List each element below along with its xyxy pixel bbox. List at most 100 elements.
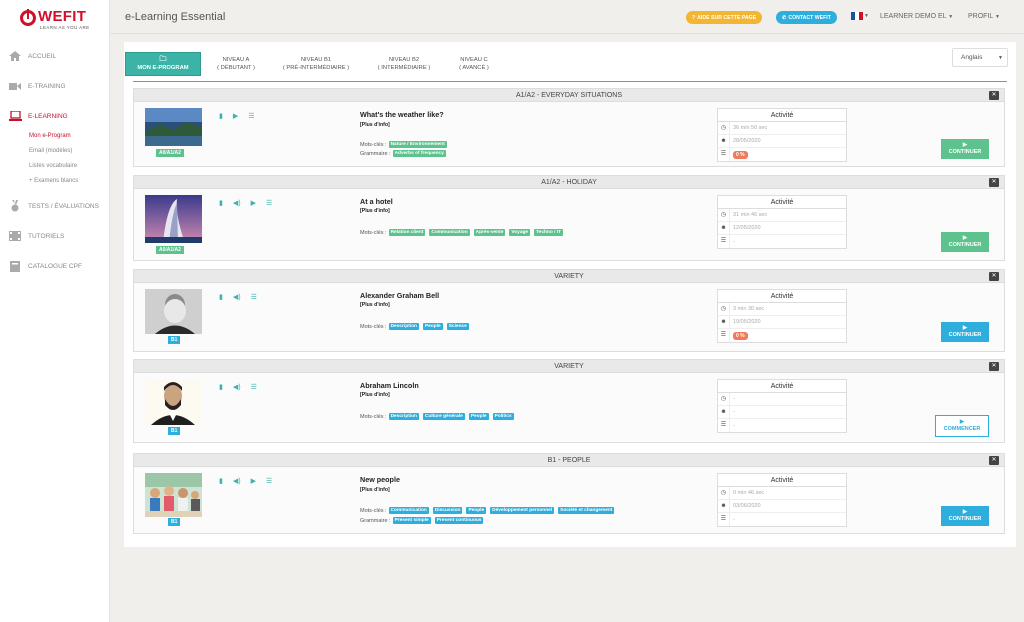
book-icon[interactable]: ▮ (219, 477, 223, 485)
tab-niveau-a[interactable]: NIVEAU A ( DÉBUTANT ) (204, 52, 268, 76)
tab-niveau-c[interactable]: NIVEAU C ( AVANCÉ ) (448, 52, 500, 76)
keyword-tag: Après-vente (473, 229, 506, 236)
sub-item-vocab[interactable]: Listes vocabulaire (29, 163, 77, 169)
section-header: A1/A2 - HOLIDAY ✕ (134, 176, 1004, 189)
course-title[interactable]: New people (360, 475, 400, 484)
sidebar-item-tests[interactable]: Tests / Évaluations (8, 198, 99, 214)
app-title: e-Learning Essential (125, 11, 226, 23)
help-button[interactable]: ? AIDE SUR CETTE PAGE (686, 11, 763, 24)
more-info-link[interactable]: [Plus d'info] (360, 487, 390, 493)
keywords-label: Mots-clés : (360, 229, 387, 236)
course-title[interactable]: What's the weather like? (360, 110, 444, 119)
book-icon[interactable]: ▮ (219, 383, 223, 391)
list-icon: ☰ (718, 148, 730, 161)
list-icon[interactable]: ☰ (248, 112, 254, 120)
book-icon[interactable]: ▮ (219, 199, 223, 207)
more-info-link[interactable]: [Plus d'info] (360, 302, 390, 308)
audio-icon[interactable]: ◀) (233, 199, 241, 207)
media-icons: ▮ ◀) ▶ ☰ (219, 476, 272, 486)
tab-niveau-b1[interactable]: NIVEAU B1 ( PRÉ-INTERMÉDIAIRE ) (276, 52, 356, 76)
sidebar-item-catalogue[interactable]: Catalogue CPF (8, 258, 82, 274)
continue-button[interactable]: ▶ CONTINUER (941, 322, 989, 342)
course-title[interactable]: Alexander Graham Bell (360, 291, 439, 300)
course-thumbnail[interactable] (145, 379, 202, 425)
book-icon (8, 260, 22, 272)
section-title: B1 - PEOPLE (547, 457, 591, 464)
course-title[interactable]: At a hotel (360, 197, 393, 206)
french-flag-icon[interactable] (851, 12, 863, 20)
language-select[interactable]: Anglais ▼ (952, 48, 1008, 67)
continue-button[interactable]: ▶ CONTINUER (941, 506, 989, 526)
course-thumbnail[interactable] (145, 195, 202, 243)
user-icon: ☻ (718, 134, 730, 148)
date-value: - (733, 409, 735, 415)
activity-box: Activité ◷ 36 min 50 sec ☻ 28/05/2020 ☰ 0 % (717, 108, 847, 162)
tab-niveau-b2[interactable]: NIVEAU B2 ( INTERMÉDIAIRE ) (368, 52, 440, 76)
chevron-down-icon: ▼ (948, 14, 954, 20)
media-icons: ▮ ◀) ☰ (219, 292, 257, 302)
grammar-row: Grammaire : Adverbs of frequency (360, 150, 448, 157)
time-value: 0 min 46 sec (733, 490, 765, 496)
keyword-tag: Techno / IT (534, 229, 564, 236)
course-thumbnail[interactable] (145, 289, 202, 334)
profile-menu[interactable]: PROFIL ▼ (968, 13, 1000, 20)
close-icon[interactable]: ✕ (989, 456, 999, 465)
level-badge: A0/A1/A2 (156, 246, 184, 254)
contact-button[interactable]: ✆ CONTACT WEFIT (776, 11, 837, 24)
list-icon: ☰ (718, 235, 730, 248)
video-icon[interactable]: ▶ (251, 477, 256, 485)
tab-label: NIVEAU B1 (300, 57, 332, 63)
sub-item-email[interactable]: Email (modèles) (29, 148, 72, 154)
keywords-label: Mots-clés : (360, 323, 387, 330)
audio-icon[interactable]: ◀) (233, 477, 241, 485)
activity-title: Activité (718, 290, 846, 303)
activity-title: Activité (718, 109, 846, 122)
close-icon[interactable]: ✕ (989, 91, 999, 100)
logo-word: WEFIT (38, 8, 87, 25)
close-icon[interactable]: ✕ (989, 178, 999, 187)
wefit-logo[interactable]: WEFIT LEARN AS YOU ARE (20, 8, 90, 34)
video-icon[interactable]: ▶ (233, 112, 238, 120)
start-button[interactable]: ▶ COMMENCER (935, 415, 989, 437)
cta-label: CONTINUER (948, 516, 982, 522)
sidebar-item-accueil[interactable]: Accueil (8, 48, 56, 64)
course-title[interactable]: Abraham Lincoln (360, 381, 419, 390)
keyword-tag: People (422, 323, 443, 330)
media-icons: ▮ ▶ ☰ (219, 111, 255, 121)
sub-item-exams[interactable]: + Examens blancs (29, 178, 78, 184)
sidebar-item-elearning[interactable]: E-Learning (8, 108, 68, 124)
user-menu[interactable]: LEARNER DEMO EL ▼ (880, 13, 953, 20)
video-icon (8, 80, 22, 92)
close-icon[interactable]: ✕ (989, 272, 999, 281)
time-value: 36 min 50 sec (733, 125, 768, 131)
cta-label: CONTINUER (948, 149, 982, 155)
course-thumbnail[interactable] (145, 108, 202, 146)
continue-button[interactable]: ▶ CONTINUER (941, 139, 989, 159)
more-info-link[interactable]: [Plus d'info] (360, 392, 390, 398)
more-info-link[interactable]: [Plus d'info] (360, 122, 390, 128)
course-thumbnail[interactable] (145, 473, 202, 517)
list-icon[interactable]: ☰ (266, 477, 272, 485)
list-icon[interactable]: ☰ (251, 293, 257, 301)
cta-label: COMMENCER (943, 426, 981, 432)
continue-button[interactable]: ▶ CONTINUER (941, 232, 989, 252)
list-icon[interactable]: ☰ (266, 199, 272, 207)
sidebar-item-label: Tutoriels (28, 232, 65, 240)
book-icon[interactable]: ▮ (219, 112, 223, 120)
list-icon[interactable]: ☰ (251, 383, 257, 391)
sub-item-eprogram[interactable]: Mon e-Program (29, 133, 71, 139)
phone-icon: ✆ (782, 14, 787, 21)
keywords-row: Mots-clés : Nature / Environnement (360, 141, 449, 148)
sidebar-item-etraining[interactable]: E-Training (8, 78, 66, 94)
audio-icon[interactable]: ◀) (233, 383, 241, 391)
clock-icon: ◷ (718, 392, 730, 406)
tab-label: NIVEAU C (460, 57, 488, 63)
close-icon[interactable]: ✕ (989, 362, 999, 371)
audio-icon[interactable]: ◀) (233, 293, 241, 301)
book-icon[interactable]: ▮ (219, 293, 223, 301)
date-value: 12/05/2020 (733, 225, 761, 231)
sidebar-item-tutoriels[interactable]: Tutoriels (8, 228, 64, 244)
video-icon[interactable]: ▶ (251, 199, 256, 207)
tab-mon-eprogram[interactable]: 🗀 MON E-PROGRAM (125, 52, 201, 76)
more-info-link[interactable]: [Plus d'info] (360, 208, 390, 214)
